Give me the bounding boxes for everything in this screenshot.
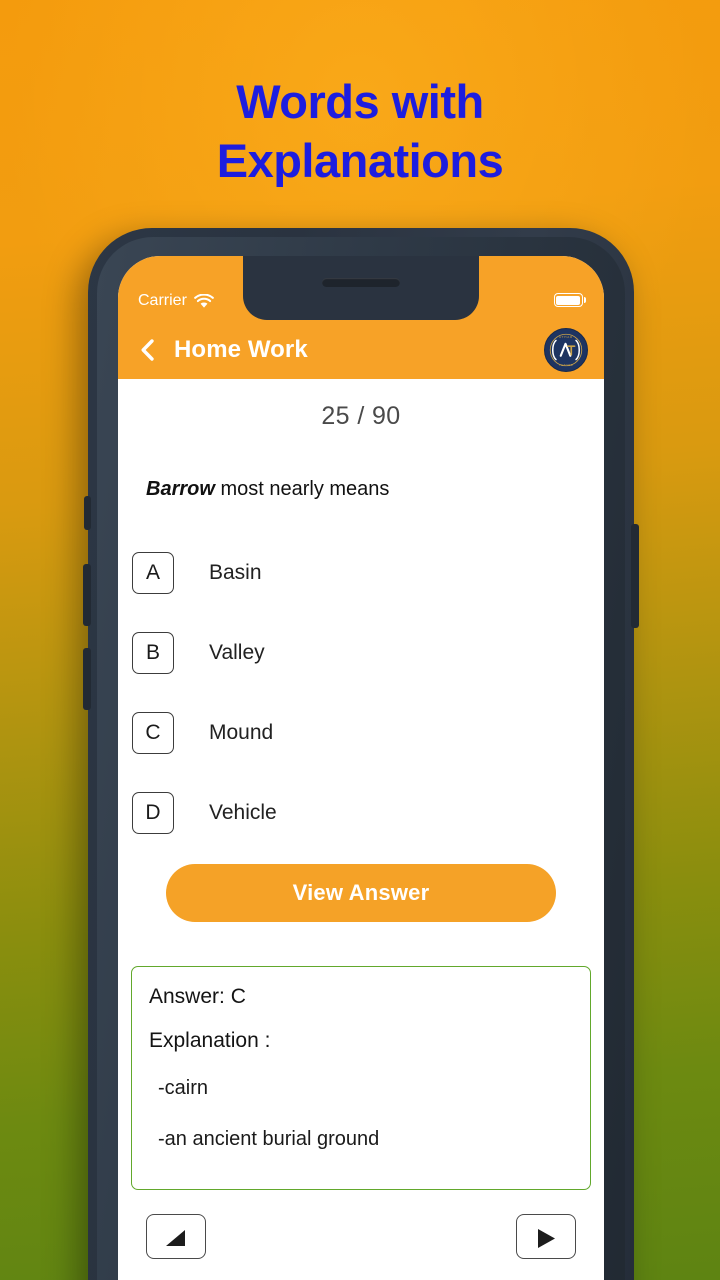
app-logo-badge[interactable]: ATHAR TUTORS <box>544 327 588 372</box>
option-letter-c[interactable]: C <box>132 712 174 754</box>
nav-bar: Home Work ATHAR TUTORS <box>118 320 604 379</box>
battery-tip <box>584 297 586 303</box>
explanation-item-2: -an ancient burial ground <box>158 1128 380 1150</box>
battery-fill <box>556 295 580 305</box>
option-letter-a[interactable]: A <box>132 552 174 594</box>
phone-mockup: Carrier 12:55 PM <box>83 228 639 1280</box>
phone-volume-down-button[interactable] <box>83 648 91 710</box>
nav-title: Home Work <box>174 335 308 363</box>
explanation-heading: Explanation : <box>149 1029 271 1052</box>
option-row-c[interactable]: C Mound <box>132 693 604 773</box>
option-label-b[interactable]: Valley <box>209 641 265 665</box>
phone-volume-up-button[interactable] <box>83 564 91 626</box>
status-bar-left: Carrier <box>138 292 214 310</box>
view-answer-container: View Answer <box>118 853 604 922</box>
option-row-d[interactable]: D Vehicle <box>132 773 604 853</box>
option-label-c[interactable]: Mound <box>209 721 273 745</box>
option-letter-d[interactable]: D <box>132 792 174 834</box>
view-answer-button[interactable]: View Answer <box>166 864 556 922</box>
headline-line-2: Explanations <box>216 134 504 188</box>
option-row-a[interactable]: A Basin <box>132 533 604 613</box>
carrier-label: Carrier <box>138 292 187 309</box>
next-question-button[interactable] <box>516 1214 576 1259</box>
promo-graphic: Words with Explanations Carrier Home Wor… <box>0 0 720 1280</box>
question-counter: 25 / 90 <box>321 402 401 430</box>
phone-mute-switch[interactable] <box>84 496 91 530</box>
phone-power-button[interactable] <box>631 524 639 628</box>
option-label-a[interactable]: Basin <box>209 561 262 585</box>
question-text: Barrow most nearly means <box>146 478 604 501</box>
headline-line-1: Words with <box>236 75 484 128</box>
svg-text:ATHAR: ATHAR <box>559 334 573 338</box>
battery-icon <box>553 293 583 307</box>
answer-value: Answer: C <box>149 985 246 1008</box>
option-label-d[interactable]: Vehicle <box>209 801 277 825</box>
answer-options-list: A Basin B Valley C Mound D Vehicle <box>118 533 604 853</box>
svg-text:TUTORS: TUTORS <box>559 362 573 366</box>
athar-tutors-logo-icon: ATHAR TUTORS <box>545 329 587 370</box>
question-rest: most nearly means <box>214 478 390 500</box>
status-bar-right <box>553 293 586 307</box>
question-keyword: Barrow <box>146 478 215 500</box>
explanation-item-1: -cairn <box>158 1077 209 1099</box>
earpiece-speaker-icon <box>322 278 400 287</box>
previous-question-button[interactable] <box>146 1214 206 1259</box>
quiz-body: 25 / 90 Barrow most nearly means A Basin… <box>118 379 604 1259</box>
phone-screen: Carrier 12:55 PM <box>118 256 604 1280</box>
question-pager <box>118 1190 604 1259</box>
triangle-left-icon <box>166 1229 185 1246</box>
answer-explanation-card: Answer: C Explanation : -cairn -an ancie… <box>131 966 591 1190</box>
option-row-b[interactable]: B Valley <box>132 613 604 693</box>
phone-notch <box>243 256 479 320</box>
wifi-icon <box>194 293 214 308</box>
option-letter-b[interactable]: B <box>132 632 174 674</box>
page-title: Words with Explanations <box>0 72 720 190</box>
back-chevron-icon[interactable] <box>136 338 160 362</box>
triangle-right-icon <box>538 1228 555 1248</box>
